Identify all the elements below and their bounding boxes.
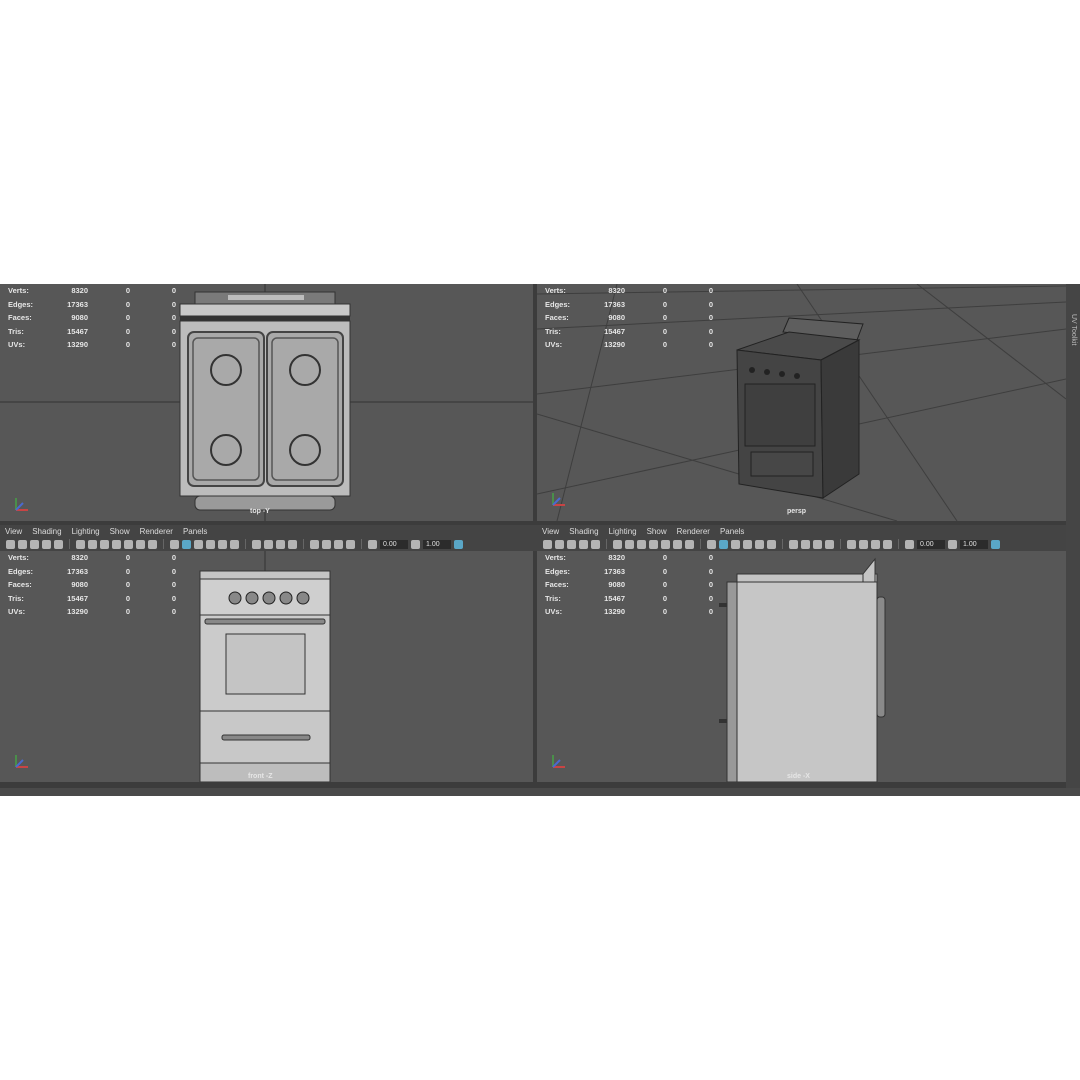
menu-renderer[interactable]: Renderer	[140, 527, 173, 536]
wireframe-on-shaded-icon[interactable]	[194, 539, 203, 549]
textured-icon[interactable]	[743, 539, 752, 549]
side-panel-menubar: View Shading Lighting Show Renderer Pane…	[537, 525, 1071, 537]
camera-label: persp	[787, 508, 807, 515]
poly-count-hud: Verts: 8320 0 0 Edges: 17363 0 0 Faces: 9080 0 0 …	[8, 553, 176, 617]
axis-gizmo-icon	[552, 755, 565, 768]
xray-joints-icon[interactable]	[871, 539, 880, 549]
film-gate-icon[interactable]	[88, 539, 97, 549]
smooth-shade-icon[interactable]	[182, 539, 191, 549]
viewport-top[interactable]: Verts: 8320 0 0 Edges: 17363 0 0 Faces: 9080 0 0 …	[0, 284, 533, 521]
ambient-occlusion-icon[interactable]	[252, 539, 261, 549]
wireframe-on-shaded-icon[interactable]	[731, 539, 740, 549]
menu-show[interactable]: Show	[647, 527, 667, 536]
menu-view[interactable]: View	[5, 527, 22, 536]
gate-mask-icon[interactable]	[112, 539, 121, 549]
grease-pencil-icon[interactable]	[591, 539, 600, 549]
poly-count-hud: Verts: 8320 0 0 Edges: 17363 0 0 Faces: 9080 0 0 …	[8, 286, 176, 350]
gate-mask-icon[interactable]	[649, 539, 658, 549]
isolate-select-icon[interactable]	[310, 539, 319, 549]
motion-blur-icon[interactable]	[264, 539, 273, 549]
grease-pencil-icon[interactable]	[54, 539, 63, 549]
menu-renderer[interactable]: Renderer	[677, 527, 710, 536]
textured-icon[interactable]	[206, 539, 215, 549]
field-chart-icon[interactable]	[124, 539, 133, 549]
xray-icon[interactable]	[859, 539, 868, 549]
front-panel-menubar: View Shading Lighting Show Renderer Pane…	[0, 525, 538, 537]
backface-culling-icon[interactable]	[346, 539, 355, 549]
menu-shading[interactable]: Shading	[569, 527, 598, 536]
menu-shading[interactable]: Shading	[32, 527, 61, 536]
wireframe-icon[interactable]	[170, 539, 179, 549]
exposure-icon[interactable]	[905, 539, 914, 549]
safe-title-icon[interactable]	[148, 539, 157, 549]
camera-attr-icon[interactable]	[18, 539, 27, 549]
color-management-icon[interactable]	[991, 539, 1000, 549]
field-chart-icon[interactable]	[661, 539, 670, 549]
camera-label: top -Y	[250, 508, 270, 515]
isolate-select-icon[interactable]	[847, 539, 856, 549]
viewport-persp[interactable]: Verts: 8320 0 0 Edges: 17363 0 0 Faces: 9080 0 0 …	[537, 284, 1066, 521]
depth-of-field-icon[interactable]	[825, 539, 834, 549]
camera-attr-icon[interactable]	[555, 539, 564, 549]
wireframe-icon[interactable]	[707, 539, 716, 549]
bottom-bar	[0, 788, 1080, 796]
uv-toolkit-tab[interactable]: UV Toolkit	[1070, 314, 1077, 345]
menu-lighting[interactable]: Lighting	[72, 527, 100, 536]
bookmark-icon[interactable]	[567, 539, 576, 549]
xray-joints-icon[interactable]	[334, 539, 343, 549]
camera-icon[interactable]	[6, 539, 15, 549]
image-plane-icon[interactable]	[42, 539, 51, 549]
ambient-occlusion-icon[interactable]	[789, 539, 798, 549]
viewport-side[interactable]: Verts: 8320 0 0 Edges: 17363 0 0 Faces: 9080 0 0 …	[537, 551, 1066, 782]
poly-count-hud: Verts: 8320 0 0 Edges: 17363 0 0 Faces: 9080 0 0 …	[545, 553, 713, 617]
bookmark-icon[interactable]	[30, 539, 39, 549]
grid-icon[interactable]	[76, 539, 85, 549]
gamma-field[interactable]: 1.00	[960, 539, 988, 549]
xray-icon[interactable]	[322, 539, 331, 549]
viewport-front[interactable]: Verts: 8320 0 0 Edges: 17363 0 0 Faces: 9080 0 0 …	[0, 551, 533, 782]
maya-workspace: Verts: 8320 0 0 Edges: 17363 0 0 Faces: 9080 0 0 …	[0, 284, 1080, 796]
depth-of-field-icon[interactable]	[288, 539, 297, 549]
camera-label: front -Z	[248, 773, 273, 780]
menu-show[interactable]: Show	[110, 527, 130, 536]
backface-culling-icon[interactable]	[883, 539, 892, 549]
menu-panels[interactable]: Panels	[183, 527, 207, 536]
shadows-icon[interactable]	[230, 539, 239, 549]
front-panel-toolbar: 0.00 1.00	[0, 537, 539, 551]
camera-label: side -X	[787, 773, 810, 780]
menu-panels[interactable]: Panels	[720, 527, 744, 536]
exposure-icon[interactable]	[368, 539, 377, 549]
safe-action-icon[interactable]	[136, 539, 145, 549]
safe-action-icon[interactable]	[673, 539, 682, 549]
shadows-icon[interactable]	[767, 539, 776, 549]
smooth-shade-icon[interactable]	[719, 539, 728, 549]
gamma-field[interactable]: 1.00	[423, 539, 451, 549]
resolution-gate-icon[interactable]	[100, 539, 109, 549]
camera-icon[interactable]	[543, 539, 552, 549]
resolution-gate-icon[interactable]	[637, 539, 646, 549]
image-plane-icon[interactable]	[579, 539, 588, 549]
motion-blur-icon[interactable]	[801, 539, 810, 549]
exposure-field[interactable]: 0.00	[380, 539, 408, 549]
anti-aliasing-icon[interactable]	[813, 539, 822, 549]
gamma-icon[interactable]	[411, 539, 420, 549]
gamma-icon[interactable]	[948, 539, 957, 549]
axis-gizmo-icon	[552, 493, 565, 506]
side-tab-strip[interactable]: UV Toolkit	[1066, 284, 1080, 796]
grid-icon[interactable]	[613, 539, 622, 549]
lights-icon[interactable]	[755, 539, 764, 549]
safe-title-icon[interactable]	[685, 539, 694, 549]
film-gate-icon[interactable]	[625, 539, 634, 549]
side-panel-toolbar: 0.00 1.00	[537, 537, 1072, 551]
lights-icon[interactable]	[218, 539, 227, 549]
menu-view[interactable]: View	[542, 527, 559, 536]
poly-count-hud: Verts: 8320 0 0 Edges: 17363 0 0 Faces: 9080 0 0 …	[545, 286, 713, 350]
axis-gizmo-icon	[15, 498, 28, 511]
color-management-icon[interactable]	[454, 539, 463, 549]
anti-aliasing-icon[interactable]	[276, 539, 285, 549]
axis-gizmo-icon	[15, 755, 28, 768]
menu-lighting[interactable]: Lighting	[609, 527, 637, 536]
exposure-field[interactable]: 0.00	[917, 539, 945, 549]
